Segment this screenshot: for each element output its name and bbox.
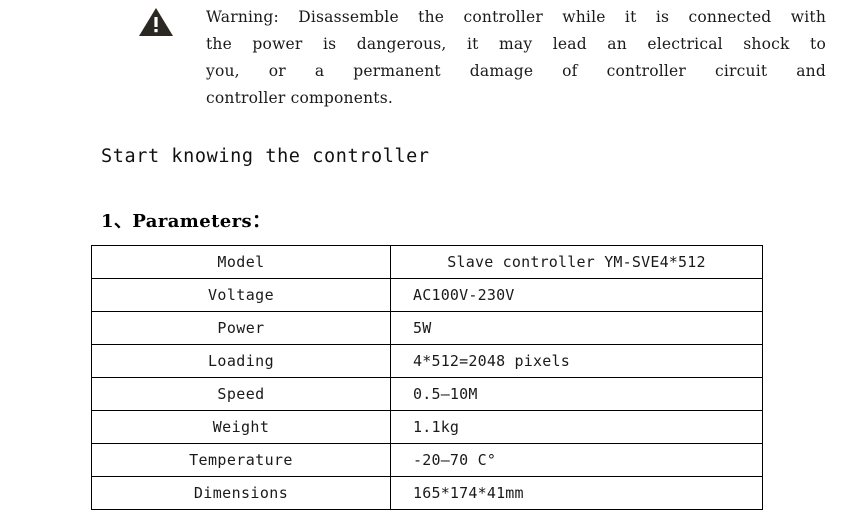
row-value: 0.5—10M — [390, 377, 763, 411]
table-row: Power 5W — [91, 311, 763, 345]
row-label: Power — [91, 311, 391, 345]
section-title: Start knowing the controller — [101, 146, 430, 167]
warning-text: Warning: Disassemble the controller whil… — [206, 4, 826, 112]
row-label: Loading — [91, 344, 391, 378]
warning-line-3: you, or a permanent damage of controller… — [206, 62, 826, 80]
row-label: Speed — [91, 377, 391, 411]
table-row: Voltage AC100V-230V — [91, 278, 763, 312]
table-row: Speed 0.5—10M — [91, 377, 763, 411]
parameters-table-body: Model Slave controller YM-SVE4*512 Volta… — [91, 245, 763, 510]
table-row: Model Slave controller YM-SVE4*512 — [91, 245, 763, 279]
warning-line-2: the power is dangerous, it may lead an e… — [206, 35, 826, 53]
warning-notice: Warning: Disassemble the controller whil… — [138, 4, 838, 112]
parameters-heading: 1、Parameters： — [101, 211, 271, 232]
table-row: Dimensions 165*174*41mm — [91, 476, 763, 510]
row-value: Slave controller YM-SVE4*512 — [390, 245, 763, 279]
table-row: Temperature -20—70 C° — [91, 443, 763, 477]
table-row: Loading 4*512=2048 pixels — [91, 344, 763, 378]
warning-triangle-icon — [139, 8, 173, 36]
row-label: Weight — [91, 410, 391, 444]
row-value: 4*512=2048 pixels — [390, 344, 763, 378]
table-row: Weight 1.1kg — [91, 410, 763, 444]
row-label: Temperature — [91, 443, 391, 477]
row-value: 5W — [390, 311, 763, 345]
row-value: AC100V-230V — [390, 278, 763, 312]
row-label: Model — [91, 245, 391, 279]
warning-line-4: controller components. — [206, 89, 394, 107]
row-label: Dimensions — [91, 476, 391, 510]
parameters-table: Model Slave controller YM-SVE4*512 Volta… — [91, 245, 763, 510]
row-value: 1.1kg — [390, 410, 763, 444]
row-value: -20—70 C° — [390, 443, 763, 477]
row-label: Voltage — [91, 278, 391, 312]
row-value: 165*174*41mm — [390, 476, 763, 510]
warning-line-1: Warning: Disassemble the controller whil… — [206, 8, 826, 26]
